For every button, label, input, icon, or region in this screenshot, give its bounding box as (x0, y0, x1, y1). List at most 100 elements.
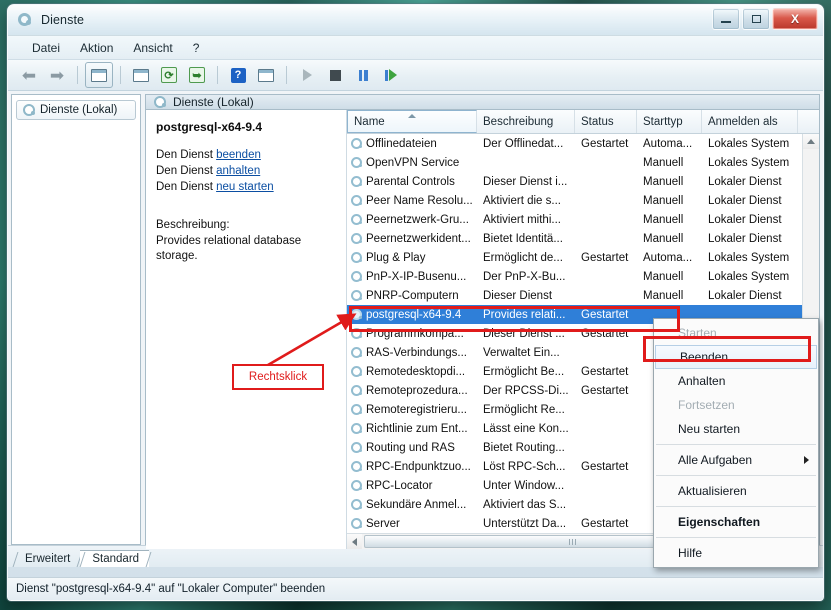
context-menu-item-neu-starten[interactable]: Neu starten (654, 417, 818, 441)
close-button[interactable]: X (772, 8, 818, 30)
cell-starttype: Manuell (643, 289, 684, 302)
cell-desc: Löst RPC-Sch... (483, 460, 566, 473)
menu-item-label: Eigenschaften (678, 515, 761, 529)
properties-icon[interactable] (128, 63, 154, 87)
context-menu-item-eigenschaften[interactable]: Eigenschaften (654, 510, 818, 534)
table-row[interactable]: Peer Name Resolu... Aktiviert die s... Man… (347, 191, 802, 210)
menu-item-aktion[interactable]: Aktion (80, 41, 113, 55)
help-icon[interactable]: ? (225, 63, 251, 87)
service-gear-icon (351, 366, 362, 377)
service-name-label: Sekundäre Anmel... (366, 498, 467, 511)
table-row[interactable]: PNRP-Computern Dieser Dienst Manuell Lokale… (347, 286, 802, 305)
refresh-icon[interactable]: ⟳ (156, 63, 182, 87)
cell-starttype: Automa... (643, 251, 693, 264)
start-service-icon[interactable] (294, 63, 320, 87)
table-row[interactable]: OpenVPN Service Manuell Lokales System (347, 153, 802, 172)
table-row[interactable]: Parental Controls Dieser Dienst i... Manue… (347, 172, 802, 191)
menu-item-datei[interactable]: Datei (32, 41, 60, 55)
tab-standard[interactable]: Standard (79, 550, 152, 567)
context-menu-item-beenden[interactable]: Beenden (655, 345, 817, 369)
cell-name: Programmkompa... (347, 328, 477, 340)
cell-starttype: Manuell (643, 175, 684, 188)
link-beenden[interactable]: beenden (216, 149, 261, 161)
stop-service-icon[interactable] (322, 63, 348, 87)
column-header-name[interactable]: Name (347, 110, 477, 133)
cell-desc: Lässt eine Kon... (483, 422, 569, 435)
cell-starttype: Manuell (643, 194, 684, 207)
link-anhalten[interactable]: anhalten (216, 165, 260, 177)
column-header-starttyp[interactable]: Starttyp (637, 110, 702, 133)
toolbar-separator (77, 66, 78, 84)
service-name-label: Richtlinie zum Ent... (366, 422, 468, 435)
maximize-button[interactable] (742, 8, 770, 30)
service-gear-icon (351, 309, 362, 320)
service-name-label: Offlinedateien (366, 137, 437, 150)
menu-separator (656, 475, 816, 476)
service-gear-icon (351, 290, 362, 301)
show-hide-tree-icon[interactable] (85, 62, 113, 88)
selected-service-name: postgresql-x64-9.4 (156, 120, 263, 134)
pause-service-icon[interactable] (350, 63, 376, 87)
minimize-button[interactable] (712, 8, 740, 30)
service-gear-icon (351, 423, 362, 434)
cell-status: Gestartet (581, 327, 629, 340)
tab-label: Erweitert (25, 553, 71, 565)
action-restart-service: Den Dienst neu starten (156, 180, 338, 195)
action-prefix: Den Dienst (156, 165, 217, 177)
cell-name: PnP-X-IP-Busenu... (347, 271, 477, 283)
context-menu-item-aktualisieren[interactable]: Aktualisieren (654, 479, 818, 503)
console-tree-pane: Dienste (Lokal) (11, 94, 141, 545)
service-name-label: Peernetzwerkident... (366, 232, 471, 245)
menu-item-ansicht[interactable]: Ansicht (133, 41, 172, 55)
sidebar-item-label: Dienste (Lokal) (40, 104, 118, 116)
column-header-anmelden-als[interactable]: Anmelden als (702, 110, 798, 133)
tab-erweitert[interactable]: Erweitert (12, 551, 83, 567)
scroll-left-icon[interactable] (347, 534, 362, 549)
service-gear-icon (351, 442, 362, 453)
table-row[interactable]: Plug & Play Ermöglicht de... Gestartet Auto… (347, 248, 802, 267)
cell-logon: Lokales System (708, 270, 790, 283)
column-header-beschreibung[interactable]: Beschreibung (477, 110, 575, 133)
service-gear-icon (351, 157, 362, 168)
cell-name: RPC-Endpunktzuo... (347, 461, 477, 473)
service-name-label: Remoteprozedura... (366, 384, 468, 397)
table-row[interactable]: PnP-X-IP-Busenu... Der PnP-X-Bu... Manuell… (347, 267, 802, 286)
service-name-label: Remotedesktopdi... (366, 365, 466, 378)
menu-item-help[interactable]: ? (193, 41, 200, 55)
description-text: Provides relational database storage. (156, 235, 302, 262)
description-label: Beschreibung: (156, 219, 230, 231)
cell-starttype: Manuell (643, 156, 684, 169)
cell-desc: Ermöglicht Be... (483, 365, 565, 378)
column-header-status[interactable]: Status (575, 110, 637, 133)
export-list-icon[interactable]: ➥ (184, 63, 210, 87)
scroll-up-icon[interactable] (803, 134, 819, 149)
table-row[interactable]: Peernetzwerkident... Bietet Identitä... Ma… (347, 229, 802, 248)
service-name-label: OpenVPN Service (366, 156, 460, 169)
restart-service-icon[interactable] (378, 63, 404, 87)
sidebar-item-dienste-lokal[interactable]: Dienste (Lokal) (16, 100, 136, 120)
cell-logon: Lokaler Dienst (708, 213, 782, 226)
cell-name: RPC-Locator (347, 480, 477, 492)
menu-item-label: Anhalten (678, 374, 726, 388)
service-gear-icon (351, 214, 362, 225)
cell-desc: Bietet Routing... (483, 441, 565, 454)
forward-arrow-icon[interactable]: ➡ (44, 63, 70, 87)
cell-starttype: Manuell (643, 270, 684, 283)
cell-name: Server (347, 518, 477, 530)
show-action-pane-icon[interactable] (253, 63, 279, 87)
context-menu-item-alle-aufgaben[interactable]: Alle Aufgaben (654, 448, 818, 472)
link-neu-starten[interactable]: neu starten (216, 181, 274, 193)
context-menu-item-hilfe[interactable]: Hilfe (654, 541, 818, 565)
action-stop-service: Den Dienst beenden (156, 148, 338, 163)
back-arrow-icon[interactable]: ⬅ (16, 63, 42, 87)
cell-name: Sekundäre Anmel... (347, 499, 477, 511)
window-title: Dienste (41, 13, 85, 27)
service-name-label: PNRP-Computern (366, 289, 459, 302)
menu-separator (656, 537, 816, 538)
table-row[interactable]: Peernetzwerk-Gru... Aktiviert mithi... Man… (347, 210, 802, 229)
table-row[interactable]: Offlinedateien Der Offlinedat... Gestartet… (347, 134, 802, 153)
cell-desc: Ermöglicht Re... (483, 403, 565, 416)
context-menu-item-anhalten[interactable]: Anhalten (654, 369, 818, 393)
cell-logon: Lokales System (708, 251, 790, 264)
action-pause-service: Den Dienst anhalten (156, 164, 338, 179)
